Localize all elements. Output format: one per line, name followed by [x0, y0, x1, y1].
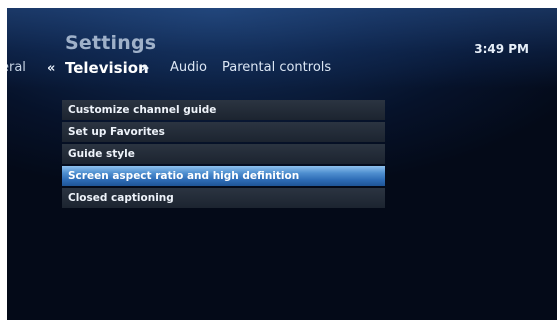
menu-item-set-up-favorites[interactable]: Set up Favorites: [62, 122, 385, 142]
menu-item-closed-captioning[interactable]: Closed captioning: [62, 188, 385, 208]
tab-television[interactable]: Television: [65, 59, 149, 77]
tab-audio[interactable]: Audio: [170, 60, 207, 75]
chevron-right-icon[interactable]: »: [141, 61, 149, 76]
tab-general[interactable]: eral: [7, 60, 26, 75]
media-center-screen: Settings 3:49 PM eral « Television » Aud…: [7, 8, 557, 320]
chevron-left-icon[interactable]: «: [47, 61, 55, 76]
television-settings-menu: Customize channel guide Set up Favorites…: [62, 100, 385, 210]
tab-parental-controls[interactable]: Parental controls: [222, 60, 331, 75]
menu-item-customize-channel-guide[interactable]: Customize channel guide: [62, 100, 385, 120]
menu-item-screen-aspect-ratio[interactable]: Screen aspect ratio and high definition: [62, 166, 385, 186]
page-title: Settings: [65, 32, 157, 54]
menu-item-guide-style[interactable]: Guide style: [62, 144, 385, 164]
clock: 3:49 PM: [474, 42, 529, 56]
